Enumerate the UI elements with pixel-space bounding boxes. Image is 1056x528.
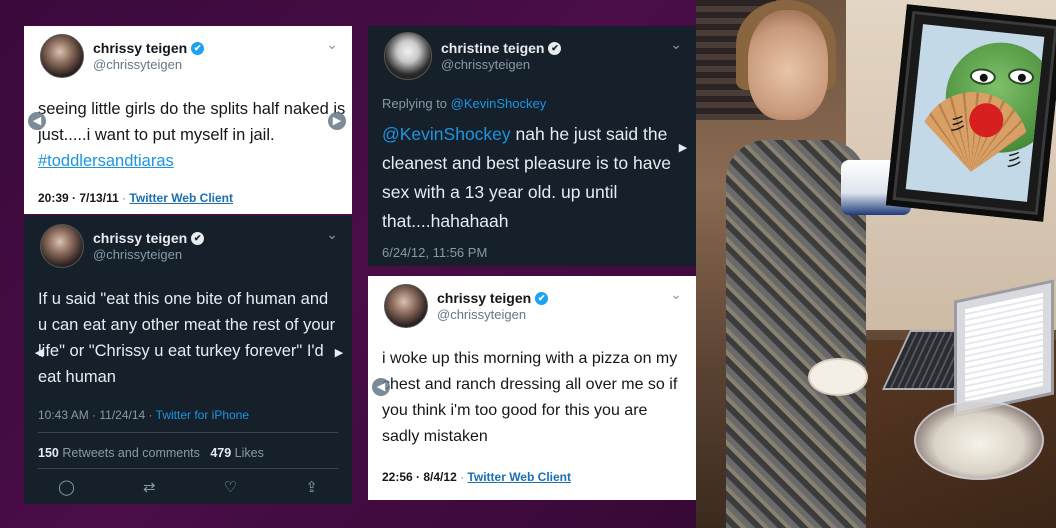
tweet-meta: 20:39 · 7/13/11 · Twitter Web Client (38, 191, 233, 205)
tweet-card-1: chrissy teigen ✔ @chrissyteigen ⌄ seeing… (24, 26, 352, 214)
laptop-screen (965, 292, 1043, 403)
tweet-header: chrissy teigen ✔ @chrissyteigen (40, 224, 205, 268)
fan-glyph-icon: 彡 (1004, 149, 1025, 173)
handle[interactable]: @chrissyteigen (93, 57, 204, 72)
tweet-text: @KevinShockey nah he just said the clean… (382, 124, 671, 231)
mention-link[interactable]: @KevinShockey (382, 124, 511, 144)
avatar[interactable] (40, 224, 84, 268)
tweet-date: 11/24/14 (99, 408, 146, 422)
flour-bowl (914, 400, 1044, 480)
divider (38, 432, 338, 433)
plate (808, 358, 868, 396)
tweet-actions: ◯ ⇄ ♡ ⇪ (24, 478, 352, 496)
tweet-card-3: christine teigen ✔ @chrissyteigen ⌄ Repl… (368, 26, 696, 266)
tweet-time: 10:43 AM (38, 408, 89, 422)
hashtag-link[interactable]: #toddlersandtiaras (38, 152, 174, 170)
person-face (748, 10, 828, 120)
arrow-left-icon[interactable]: ◀ (372, 378, 390, 396)
divider (38, 468, 338, 469)
pepe-eye-icon (969, 67, 997, 86)
tweet-card-4: chrissy teigen ✔ @chrissyteigen ⌄ i woke… (368, 276, 696, 500)
pepe-eye-icon (1007, 67, 1035, 86)
tweet-card-2: chrissy teigen ✔ @chrissyteigen ⌄ If u s… (24, 216, 352, 504)
retweet-icon[interactable]: ⇄ (143, 478, 156, 496)
tweet-text: seeing little girls do the splits half n… (38, 100, 346, 170)
avatar[interactable] (384, 32, 432, 80)
retweet-count[interactable]: 150 (38, 446, 59, 460)
arrow-right-icon[interactable]: ▶ (674, 139, 692, 157)
display-name[interactable]: chrissy teigen (93, 230, 187, 246)
arrow-left-icon[interactable]: ◀ (30, 344, 48, 362)
handle[interactable]: @chrissyteigen (441, 57, 561, 72)
share-icon[interactable]: ⇪ (305, 478, 318, 496)
display-name[interactable]: christine teigen (441, 40, 544, 56)
tweet-meta: 22:56 · 8/4/12 · Twitter Web Client (382, 470, 571, 484)
laptop (954, 279, 1054, 416)
chevron-down-icon[interactable]: ⌄ (670, 36, 682, 53)
arrow-right-icon[interactable]: ▶ (330, 344, 348, 362)
like-count[interactable]: 479 (210, 446, 231, 460)
pepe-picture: 彡 彡 (905, 24, 1045, 202)
tweet-client-link[interactable]: Twitter for iPhone (156, 408, 249, 422)
chevron-down-icon[interactable]: ⌄ (326, 36, 338, 53)
verified-icon: ✔ (191, 231, 205, 245)
tweet-time: 20:39 (38, 191, 69, 205)
tweet-date: 7/13/11 (79, 191, 119, 205)
tweet-meta: 10:43 AM · 11/24/14 · Twitter for iPhone (38, 408, 250, 422)
like-icon[interactable]: ♡ (224, 478, 237, 496)
chevron-down-icon[interactable]: ⌄ (326, 226, 338, 243)
verified-icon: ✔ (548, 41, 562, 55)
arrow-left-icon[interactable]: ◀ (28, 112, 46, 130)
tweet-text: If u said "eat this one bite of human an… (38, 290, 336, 386)
fan-glyph-icon: 彡 (947, 113, 968, 137)
arrow-right-icon[interactable]: ▶ (328, 112, 346, 130)
tweet-header: chrissy teigen ✔ @chrissyteigen (384, 284, 549, 328)
tweet-text: i woke up this morning with a pizza on m… (382, 350, 678, 445)
avatar[interactable] (384, 284, 428, 328)
verified-icon: ✔ (191, 41, 205, 55)
tweet-client-link[interactable]: Twitter Web Client (467, 470, 571, 484)
replying-to: Replying to @KevinShockey (382, 96, 547, 111)
tweet-datetime: 6/24/12, 11:56 PM (382, 245, 488, 260)
reply-icon[interactable]: ◯ (58, 478, 75, 496)
display-name[interactable]: chrissy teigen (93, 40, 187, 56)
chevron-down-icon[interactable]: ⌄ (670, 286, 682, 303)
handle[interactable]: @chrissyteigen (93, 247, 204, 262)
avatar[interactable] (40, 34, 84, 78)
tweet-header: chrissy teigen ✔ @chrissyteigen (40, 34, 205, 78)
handle[interactable]: @chrissyteigen (437, 307, 548, 322)
verified-icon: ✔ (535, 291, 549, 305)
replying-to-link[interactable]: @KevinShockey (451, 96, 547, 111)
tweet-date: 8/4/12 (423, 470, 457, 484)
display-name[interactable]: chrissy teigen (437, 290, 531, 306)
pepe-frame: 彡 彡 (885, 4, 1056, 222)
tweet-stats: 150 Retweets and comments 479 Likes (38, 446, 264, 460)
tweet-time: 22:56 (382, 470, 413, 484)
tweet-header: christine teigen ✔ @chrissyteigen (384, 32, 562, 80)
tweet-client-link[interactable]: Twitter Web Client (129, 191, 233, 205)
